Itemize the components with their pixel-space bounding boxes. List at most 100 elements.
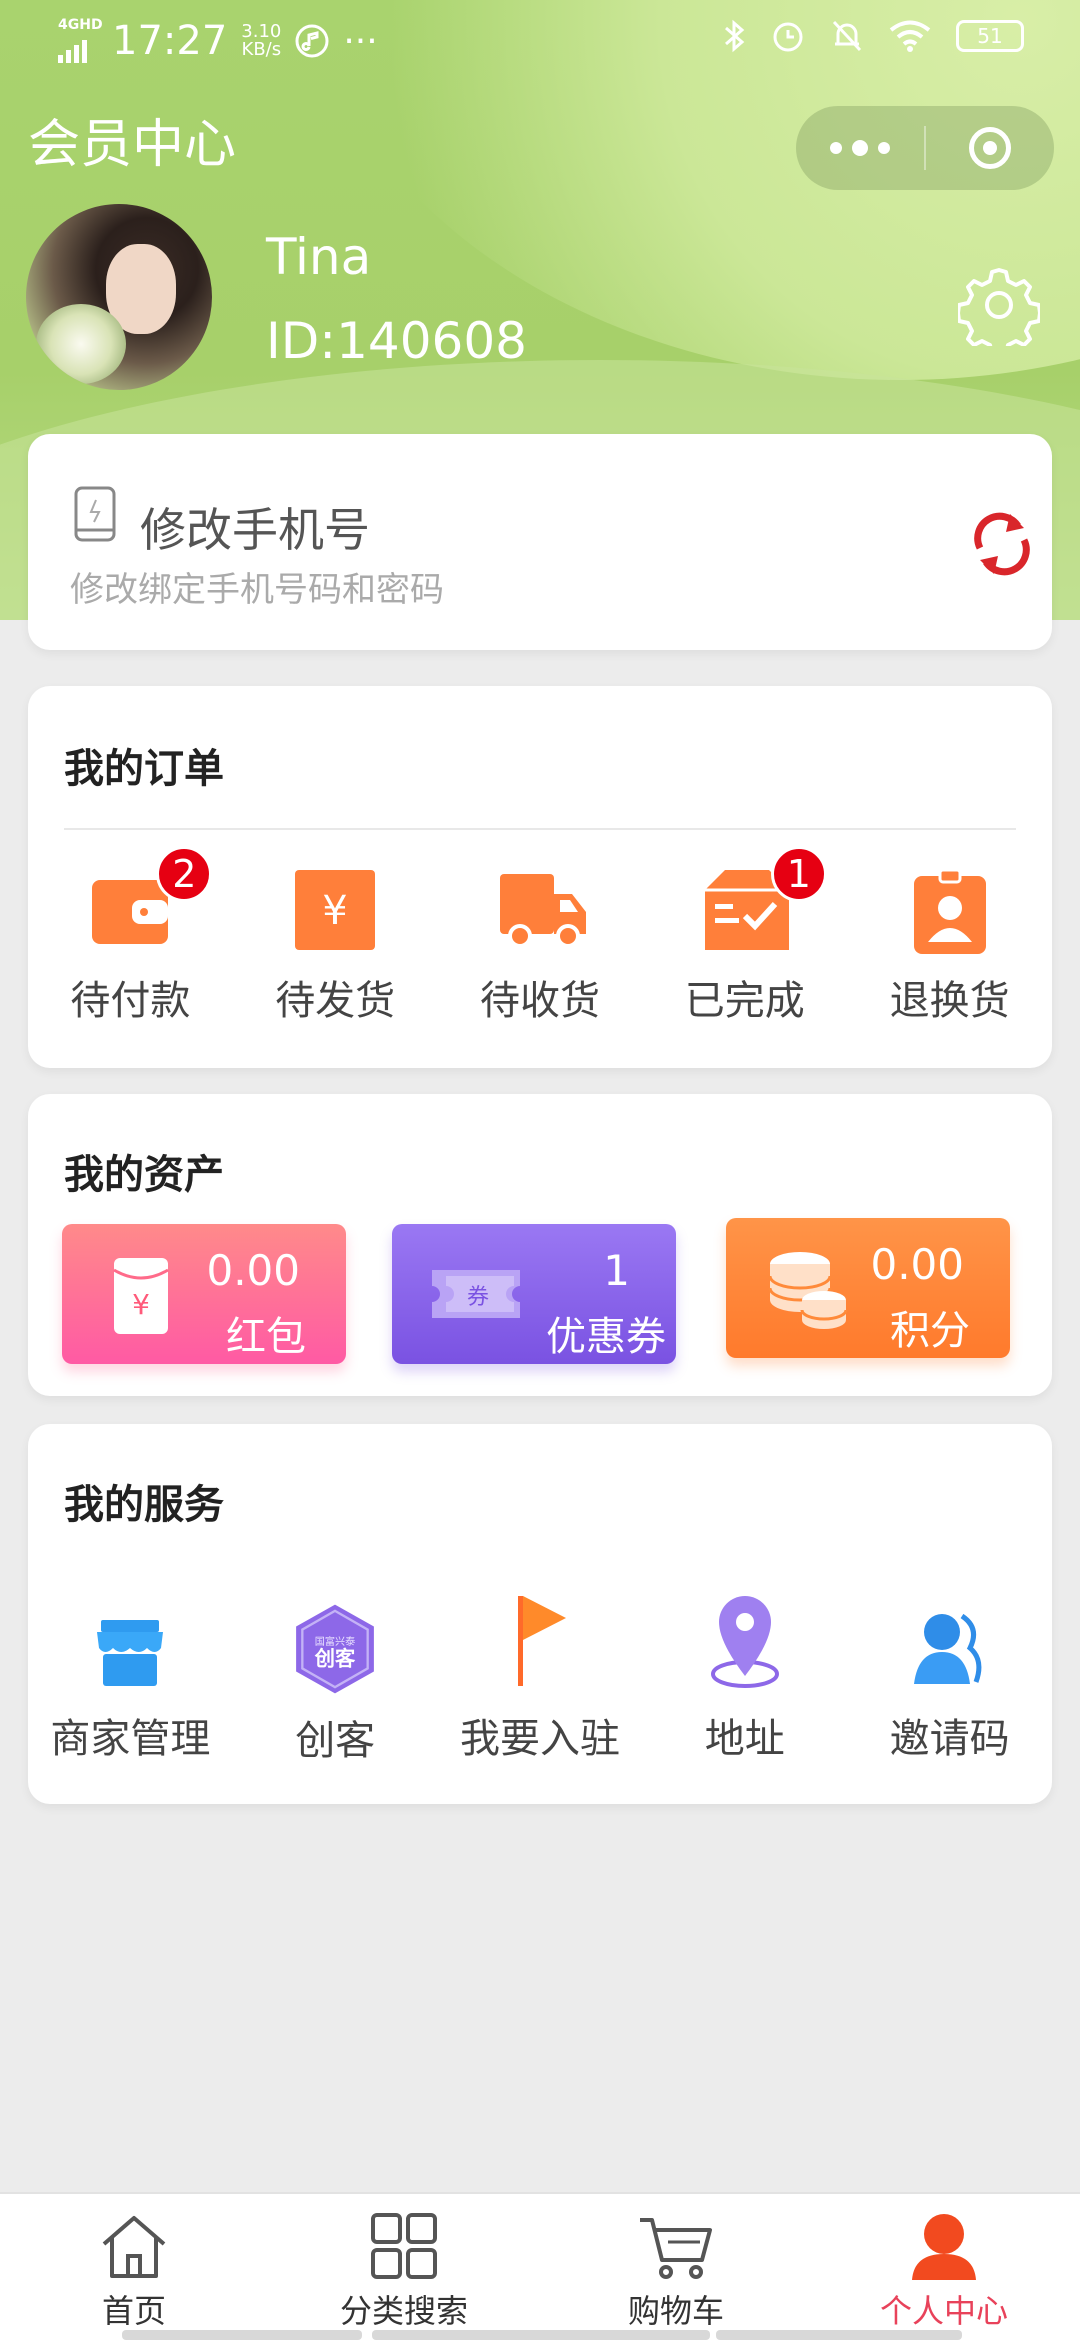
order-badge: 1 (770, 846, 827, 902)
order-label: 待发货 (275, 978, 396, 1024)
target-icon (969, 127, 1011, 169)
refresh-icon[interactable] (970, 508, 1034, 580)
asset-red-envelope[interactable]: ¥ 0.00 红包 (62, 1224, 346, 1364)
mute-bell-icon (832, 20, 862, 52)
network-type: 4GHD (58, 17, 103, 33)
order-badge: 2 (156, 846, 213, 902)
my-services-card: 我的服务 商家管理 国富兴泰 创客 创客 我要入驻 地址 邀请码 (28, 1424, 1052, 1804)
asset-label: 红包 (226, 1314, 306, 1360)
dot-icon (852, 140, 868, 156)
order-label: 退换货 (889, 978, 1010, 1024)
alarm-icon (773, 22, 803, 52)
gesture-bar-segment (122, 2330, 362, 2340)
grid-icon (371, 2213, 437, 2279)
asset-value: 0.00 (206, 1246, 300, 1295)
invite-user-icon (913, 1613, 981, 1684)
tab-label: 分类搜索 (339, 2292, 468, 2330)
bottom-tab-bar: 首页 分类搜索 购物车 个人中心 (0, 2192, 1080, 2342)
page-title: 会员中心 (28, 115, 237, 175)
service-maker[interactable]: 国富兴泰 创客 创客 (233, 1588, 438, 1766)
gear-icon[interactable] (958, 264, 1040, 346)
change-phone-subtitle: 修改绑定手机号码和密码 (70, 570, 444, 610)
asset-value: 0.00 (870, 1240, 964, 1289)
my-orders-card: 我的订单 2 待付款 ¥ 待发货 待收货 1 已完成 退换货 (28, 686, 1052, 1068)
bluetooth-icon (725, 19, 745, 53)
services-title: 我的服务 (64, 1482, 224, 1528)
order-completed[interactable]: 1 已完成 (642, 846, 847, 1026)
wifi-icon (889, 20, 931, 52)
mini-program-capsule (796, 106, 1054, 190)
asset-label: 优惠券 (546, 1314, 666, 1360)
asset-value: 1 (603, 1246, 630, 1295)
service-join[interactable]: 我要入驻 (438, 1588, 643, 1766)
phone-icon (74, 486, 116, 542)
order-returns[interactable]: 退换货 (847, 868, 1052, 1026)
signal-icon: 4GHD (58, 17, 103, 63)
tab-label: 购物车 (627, 2292, 724, 2330)
service-label: 商家管理 (50, 1716, 211, 1762)
tab-home[interactable]: 首页 (34, 2212, 234, 2332)
assets-title: 我的资产 (64, 1152, 224, 1198)
order-label: 待付款 (70, 978, 191, 1024)
dot-icon (830, 142, 842, 154)
user-id: ID:140608 (266, 312, 527, 370)
svg-text:¥: ¥ (322, 888, 347, 934)
tab-category-search[interactable]: 分类搜索 (304, 2212, 504, 2332)
status-bar: 4GHD 17:27 3.10 KB/s ··· 51 (0, 0, 1080, 84)
battery-indicator: 51 (956, 20, 1024, 52)
tab-cart[interactable]: 购物车 (576, 2212, 776, 2332)
cart-icon (640, 2218, 712, 2279)
flag-icon (517, 1596, 566, 1686)
change-phone-title: 修改手机号 (140, 503, 370, 557)
orders-divider (64, 828, 1016, 830)
more-menu-button[interactable] (796, 140, 924, 156)
coupon-icon: 券 (432, 1270, 520, 1318)
change-phone-card[interactable]: 修改手机号 修改绑定手机号码和密码 (28, 434, 1052, 650)
maker-badge-big-text: 创客 (314, 1646, 356, 1670)
service-merchant-management[interactable]: 商家管理 (28, 1588, 233, 1766)
dot-icon (878, 142, 890, 154)
service-label: 我要入驻 (459, 1716, 620, 1762)
service-label: 邀请码 (889, 1716, 1010, 1762)
tab-label: 个人中心 (879, 2292, 1008, 2330)
user-name: Tina (266, 228, 372, 286)
home-icon (102, 2216, 166, 2278)
gesture-bar-segment (372, 2330, 710, 2340)
service-label: 地址 (704, 1716, 785, 1762)
location-pin-icon (710, 1596, 779, 1688)
truck-icon (499, 874, 586, 948)
store-icon (97, 1620, 164, 1686)
service-label: 创客 (295, 1718, 376, 1764)
coins-icon (768, 1252, 848, 1329)
speed-unit: KB/s (241, 39, 282, 60)
yen-box-icon: ¥ (295, 870, 376, 950)
avatar[interactable] (26, 204, 212, 390)
my-assets-card: 我的资产 ¥ 0.00 红包 券 1 优惠券 0.00 积分 (28, 1094, 1052, 1396)
network-speed: 3.10 KB/s (241, 23, 281, 59)
tab-profile[interactable]: 个人中心 (844, 2212, 1044, 2332)
orders-title: 我的订单 (64, 746, 224, 792)
svg-text:¥: ¥ (132, 1288, 150, 1321)
coupon-text: 券 (467, 1285, 489, 1310)
asset-label: 积分 (890, 1308, 970, 1354)
order-label: 待收货 (479, 978, 600, 1024)
music-icon (295, 24, 329, 58)
person-icon (912, 2214, 976, 2280)
order-pending-receipt[interactable]: 待收货 (438, 870, 643, 1026)
asset-coupon[interactable]: 券 1 优惠券 (392, 1224, 676, 1364)
tab-label: 首页 (101, 2292, 166, 2330)
red-envelope-icon: ¥ (113, 1258, 169, 1334)
asset-points[interactable]: 0.00 积分 (726, 1218, 1010, 1358)
order-pending-payment[interactable]: 2 待付款 (28, 846, 233, 1026)
id-badge-icon (913, 868, 986, 954)
status-time: 17:27 (112, 18, 228, 64)
order-pending-shipment[interactable]: ¥ 待发货 (233, 870, 438, 1026)
service-address[interactable]: 地址 (642, 1588, 847, 1766)
maker-badge-icon: 国富兴泰 创客 (296, 1604, 375, 1694)
more-notifications: ··· (343, 20, 378, 62)
service-invite-code[interactable]: 邀请码 (847, 1588, 1052, 1766)
order-label: 已完成 (684, 978, 805, 1024)
gesture-bar-segment (716, 2330, 962, 2340)
avatar-flowers (36, 304, 126, 384)
close-mini-program-button[interactable] (926, 127, 1054, 169)
